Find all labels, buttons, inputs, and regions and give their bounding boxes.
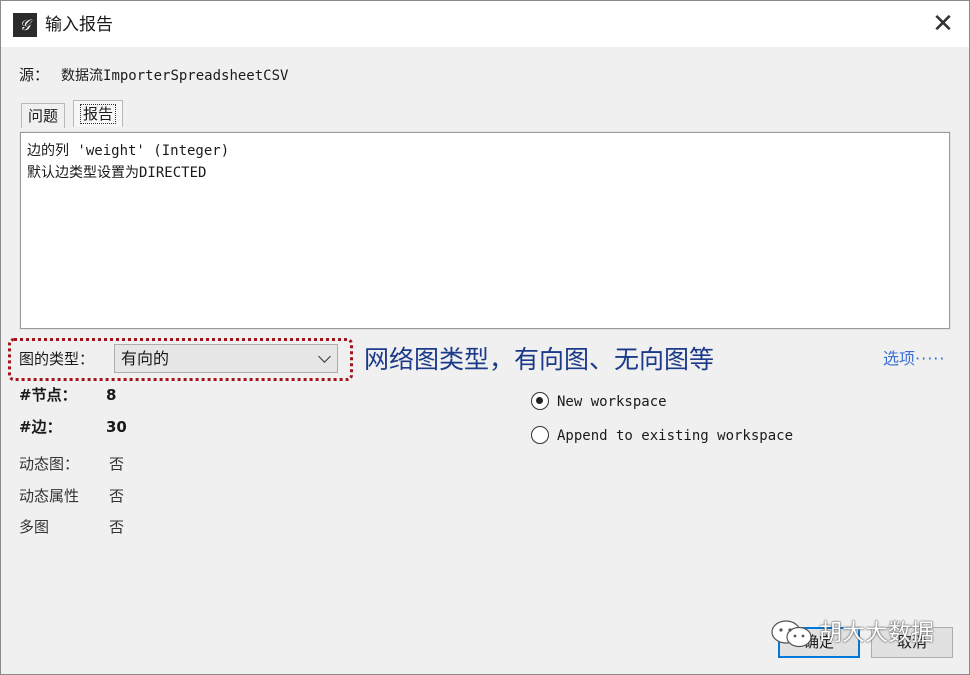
edges-count-label: #边： <box>19 418 62 436</box>
import-report-dialog: 𝒢 输入报告 ✕ 源： 数据流ImporterSpreadsheetCSV 问题 … <box>0 0 970 675</box>
report-text-area[interactable]: 边的列 'weight' (Integer) 默认边类型设置为DIRECTED <box>19 131 951 330</box>
tab-report[interactable]: 报告 <box>73 100 124 127</box>
watermark: 胡大大数据 <box>769 615 934 651</box>
source-value: 数据流ImporterSpreadsheetCSV <box>61 68 289 84</box>
options-link-label: 选项 <box>883 349 916 368</box>
annotation-text: 网络图类型，有向图、无向图等 <box>364 345 715 374</box>
report-line: 默认边类型设置为DIRECTED <box>27 165 207 181</box>
annotation-highlight-box <box>8 338 353 381</box>
append-workspace-label: Append to existing workspace <box>557 428 794 444</box>
new-workspace-label: New workspace <box>557 394 667 410</box>
radio-unselected-icon <box>531 426 549 444</box>
multi-graph-value: 否 <box>109 518 125 536</box>
radio-selected-icon <box>531 392 549 410</box>
edges-count-value: 30 <box>106 418 127 436</box>
dynamic-attributes-value: 否 <box>109 487 125 505</box>
watermark-text: 胡大大数据 <box>819 620 934 646</box>
options-link[interactable]: 选项····· <box>883 348 945 370</box>
title-bar: 𝒢 输入报告 ✕ <box>1 1 969 47</box>
source-label: 源： <box>19 66 50 84</box>
source-row: 源： 数据流ImporterSpreadsheetCSV <box>19 64 288 87</box>
gephi-app-icon: 𝒢 <box>13 13 37 37</box>
report-line: 边的列 'weight' (Integer) <box>27 143 230 159</box>
nodes-count-label: #节点： <box>19 386 77 404</box>
dynamic-graph-label: 动态图： <box>19 455 80 473</box>
nodes-count-value: 8 <box>106 386 117 404</box>
multi-graph-label: 多图 <box>19 518 50 536</box>
close-icon[interactable]: ✕ <box>925 7 961 41</box>
tab-report-label: 报告 <box>80 104 117 124</box>
dynamic-graph-value: 否 <box>109 455 125 473</box>
tab-issues[interactable]: 问题 <box>21 103 66 128</box>
dialog-title: 输入报告 <box>45 15 113 35</box>
wechat-logo-icon <box>771 619 812 647</box>
options-link-dots: ····· <box>915 349 946 368</box>
dynamic-attributes-label: 动态属性 <box>19 487 80 505</box>
